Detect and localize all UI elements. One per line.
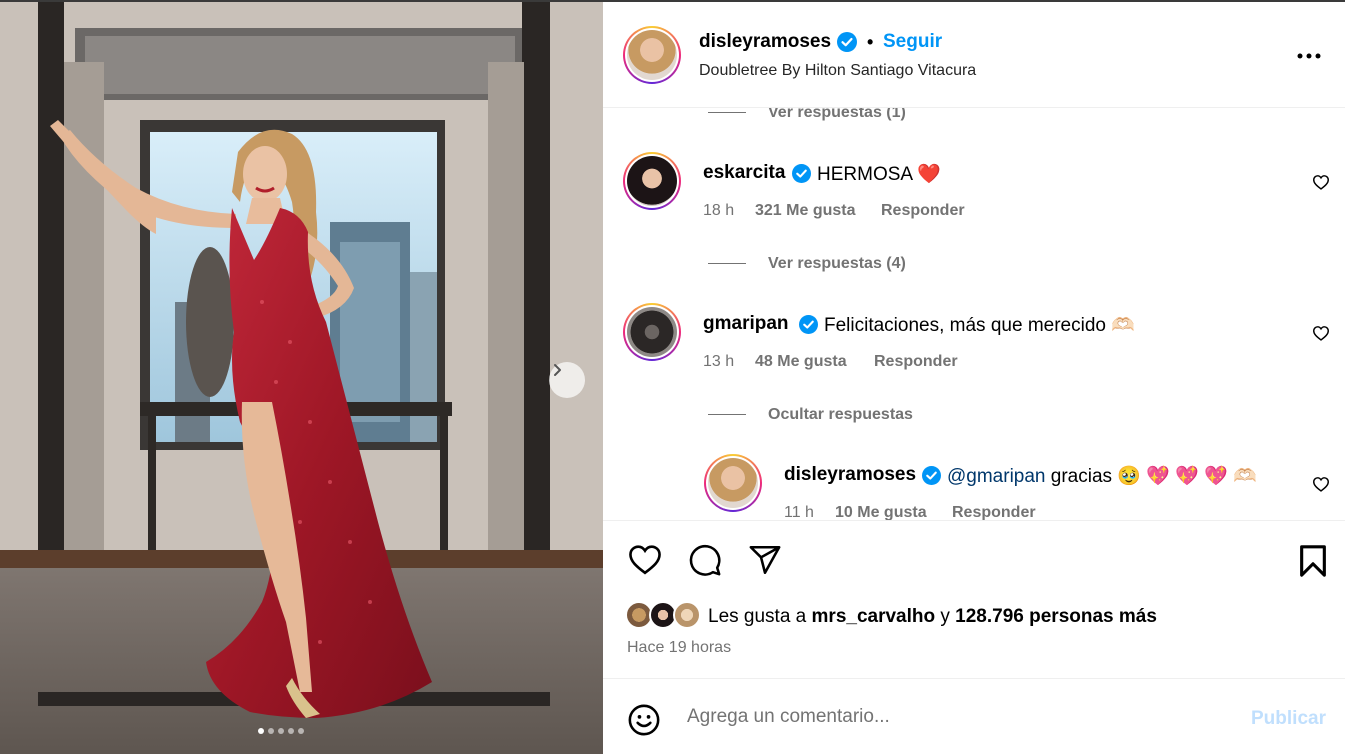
carousel-dot — [288, 728, 294, 734]
likers-avatars[interactable] — [625, 601, 705, 629]
likes-count-link[interactable]: 128.796 personas más — [955, 606, 1157, 627]
comment-time: 18 h — [703, 202, 735, 219]
verified-badge-icon — [837, 32, 857, 57]
comment-username[interactable]: eskarcita — [703, 162, 785, 184]
comment-text: HERMOSA ❤️ — [817, 164, 941, 185]
comment-avatar[interactable] — [623, 303, 681, 361]
verified-badge-icon — [922, 466, 941, 490]
post-header: disleyramoses • Seguir Doubletree By Hil… — [603, 2, 1345, 108]
more-options-icon[interactable] — [1297, 46, 1321, 64]
comment-text: Felicitaciones, más que merecido 🫶🏻 — [824, 315, 1135, 336]
post-details-panel: disleyramoses • Seguir Doubletree By Hil… — [603, 2, 1345, 754]
post-actions: Les gusta a mrs_carvalho y 128.796 perso… — [603, 520, 1345, 678]
reply-avatar[interactable] — [704, 454, 762, 512]
replies-divider — [708, 112, 746, 113]
reply-button[interactable]: Responder — [874, 353, 958, 371]
likes-summary: Les gusta a mrs_carvalho y 128.796 perso… — [708, 606, 1157, 627]
post-image[interactable] — [0, 2, 603, 754]
comment-composer: Publicar — [603, 678, 1345, 754]
heart-emoji: ❤️ — [917, 164, 941, 185]
next-slide-button[interactable] — [549, 362, 585, 398]
author-username[interactable]: disleyramoses — [699, 31, 831, 53]
author-avatar[interactable] — [623, 26, 681, 84]
liker-avatar — [673, 601, 701, 629]
reply-button[interactable]: Responder — [881, 202, 965, 220]
carousel-dot — [258, 728, 264, 734]
carousel-dot — [298, 728, 304, 734]
first-liker-link[interactable]: mrs_carvalho — [812, 606, 936, 627]
like-comment-heart-icon[interactable] — [1312, 174, 1330, 195]
share-send-icon[interactable] — [748, 543, 782, 582]
verified-badge-icon — [799, 315, 818, 339]
carousel-dot — [278, 728, 284, 734]
mention-link[interactable]: @gmaripan — [947, 466, 1046, 487]
reply-button[interactable]: Responder — [952, 504, 1036, 520]
hands-emoji: 🫶🏻 — [1111, 315, 1135, 336]
post-time: Hace 19 horas — [627, 639, 732, 656]
carousel-indicators — [258, 728, 304, 734]
reply-emojis: 🥹 💖 💖 💖 🫶🏻 — [1117, 466, 1257, 487]
post-location[interactable]: Doubletree By Hilton Santiago Vitacura — [699, 62, 976, 80]
reply-likes[interactable]: 10 Me gusta — [835, 504, 927, 520]
like-heart-icon[interactable] — [627, 543, 663, 580]
post-photo-illustration — [0, 2, 603, 754]
comment-likes[interactable]: 321 Me gusta — [755, 202, 855, 220]
emoji-picker-icon[interactable] — [627, 703, 661, 742]
reply-username[interactable]: disleyramoses — [784, 464, 916, 486]
replies-divider — [708, 263, 746, 264]
chevron-right-icon — [554, 364, 561, 376]
reply-text: @gmaripan gracias 🥹 💖 💖 💖 🫶🏻 — [947, 466, 1257, 487]
comment-input[interactable] — [687, 697, 1227, 737]
reply-time: 11 h — [784, 504, 814, 520]
comment-time: 13 h — [703, 353, 735, 370]
publish-button[interactable]: Publicar — [1251, 708, 1326, 730]
verified-badge-icon — [792, 164, 811, 188]
replies-divider — [708, 414, 746, 415]
comment-username[interactable]: gmaripan — [703, 313, 789, 335]
comment-likes[interactable]: 48 Me gusta — [755, 353, 847, 371]
header-separator: • — [867, 32, 874, 52]
comment-avatar[interactable] — [623, 152, 681, 210]
comments-list: Ver respuestas (1) eskarcita HERMOSA ❤️ … — [603, 108, 1345, 520]
like-comment-heart-icon[interactable] — [1312, 325, 1330, 346]
comment-bubble-icon[interactable] — [688, 543, 722, 582]
view-replies-button[interactable]: Ver respuestas (4) — [768, 255, 906, 273]
carousel-dot — [268, 728, 274, 734]
like-reply-heart-icon[interactable] — [1312, 476, 1330, 497]
hide-replies-button[interactable]: Ocultar respuestas — [768, 406, 913, 424]
save-bookmark-icon[interactable] — [1298, 544, 1328, 583]
follow-button[interactable]: Seguir — [883, 31, 942, 53]
view-replies-button[interactable]: Ver respuestas (1) — [768, 108, 906, 122]
